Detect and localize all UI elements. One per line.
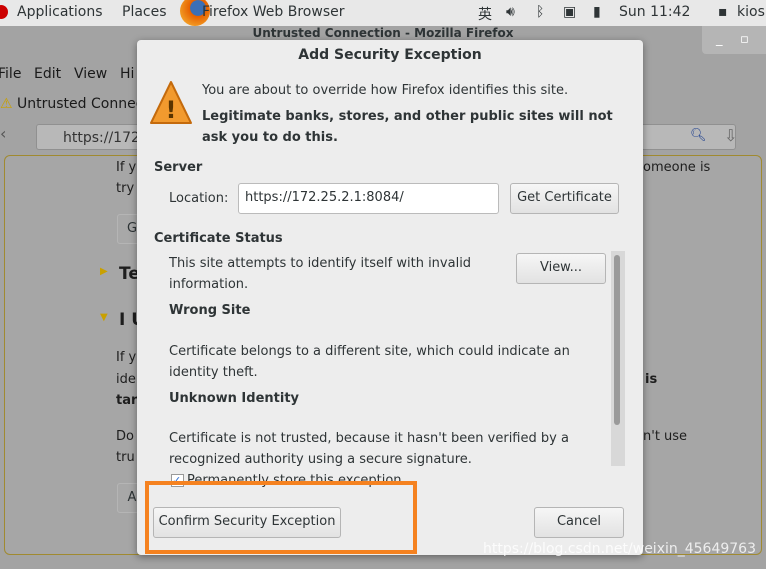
places-menu[interactable]: Places — [122, 4, 167, 20]
warning-icon: ⚠ — [0, 96, 13, 112]
warning-icon: ! — [150, 81, 192, 124]
bg-text: try — [116, 181, 135, 196]
unknown-identity-heading: Unknown Identity — [169, 391, 300, 406]
wrong-site-text: Certificate belongs to a different site,… — [169, 344, 570, 380]
user-menu[interactable]: kios — [737, 4, 765, 20]
battery-icon[interactable]: ▮ — [593, 4, 601, 20]
get-certificate-button[interactable]: Get Certificate — [510, 183, 619, 214]
bg-text: If y — [116, 160, 137, 175]
ime-indicator[interactable]: 英 — [478, 4, 492, 24]
server-heading: Server — [154, 160, 203, 175]
search-icon[interactable]: 🔍︎ — [690, 128, 707, 143]
network-icon[interactable]: ▣ — [563, 4, 576, 20]
redhat-icon — [0, 5, 8, 19]
bg-text: ide — [116, 372, 136, 387]
volume-icon[interactable]: 🔊︎ — [506, 4, 515, 20]
url-text: https://172 — [63, 130, 140, 146]
bg-text: tru — [116, 450, 135, 465]
svg-text:!: ! — [166, 96, 177, 124]
wrong-site-heading: Wrong Site — [169, 303, 251, 318]
bg-text: tar — [116, 393, 138, 408]
back-button[interactable]: ‹ — [0, 124, 6, 143]
watermark: https://blog.csdn.net/weixin_45649763 — [482, 541, 756, 557]
location-input[interactable]: https://172.25.2.1:8084/ — [238, 183, 499, 214]
user-icon: ▪ — [718, 4, 728, 20]
download-icon[interactable]: ⇩ — [724, 126, 737, 145]
menu-edit[interactable]: Edit — [34, 66, 61, 82]
status-text: This site attempts to identify itself wi… — [169, 256, 472, 292]
tab-untrusted[interactable]: ⚠ Untrusted Connec — [0, 96, 143, 112]
warning-text: Legitimate banks, stores, and other publ… — [202, 109, 613, 145]
app-name[interactable]: Firefox Web Browser — [202, 4, 345, 20]
bg-text: is — [645, 372, 658, 387]
highlight-box — [145, 481, 417, 554]
applications-menu[interactable]: Applications — [17, 4, 103, 20]
triangle-down-icon: ▼ — [100, 312, 108, 323]
clock[interactable]: Sun 11:42 — [619, 4, 690, 20]
cancel-button[interactable]: Cancel — [534, 507, 624, 538]
add-security-exception-dialog: Add Security Exception ! You are about t… — [137, 40, 643, 555]
menu-view[interactable]: View — [74, 66, 107, 82]
triangle-icon: ▶ — [100, 266, 108, 277]
bg-text: n't use — [643, 429, 688, 444]
bg-text: If y — [116, 350, 137, 365]
status-scrollbar[interactable] — [611, 251, 625, 466]
location-label: Location: — [169, 191, 229, 206]
location-value: https://172.25.2.1:8084/ — [245, 190, 404, 205]
dialog-title: Add Security Exception — [298, 47, 482, 63]
scrollbar-thumb[interactable] — [614, 255, 620, 425]
menu-file[interactable]: File — [0, 66, 21, 82]
window-title: Untrusted Connection - Mozilla Firefox — [252, 26, 514, 40]
tab-label: Untrusted Connec — [17, 96, 144, 112]
view-button[interactable]: View... — [516, 253, 606, 284]
certificate-status-heading: Certificate Status — [154, 231, 283, 246]
menu-history[interactable]: Hi — [120, 66, 134, 82]
bluetooth-icon[interactable]: ᛒ — [536, 4, 544, 20]
bg-text: omeone is — [643, 160, 711, 175]
unknown-identity-text: Certificate is not trusted, because it h… — [169, 431, 569, 467]
intro-text: You are about to override how Firefox id… — [202, 83, 569, 98]
top-panel: Applications Places Firefox Web Browser … — [0, 0, 766, 26]
bg-text: Do — [116, 429, 134, 444]
